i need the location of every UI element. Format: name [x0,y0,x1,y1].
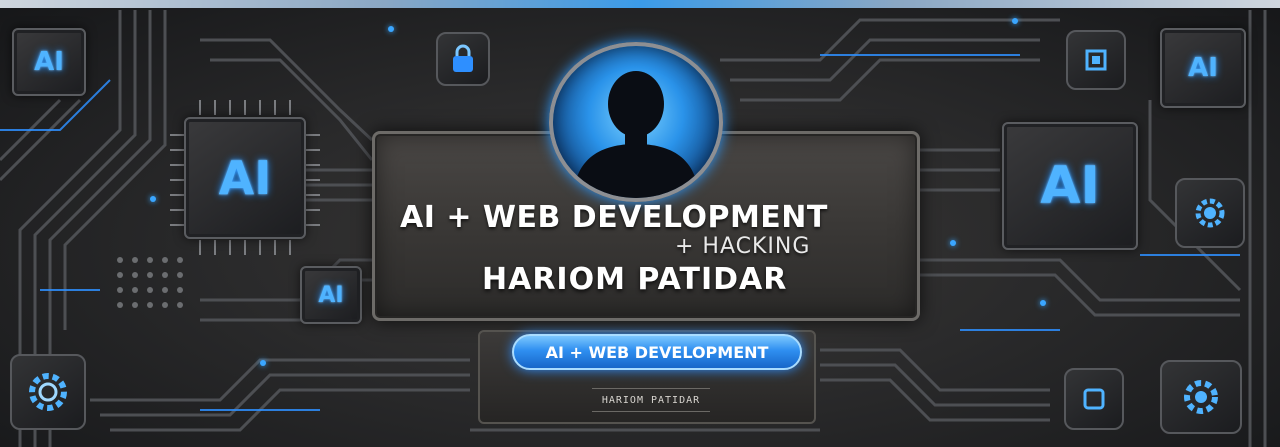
circuit-board-icon [1083,388,1105,410]
glow-dot [950,240,956,246]
ai-chip-label: AI [218,151,272,205]
gear-icon [1195,198,1225,228]
box-bottom-right [1064,368,1124,430]
ai-chip-right-main: AI [1002,122,1138,250]
ai-chip-left-small: AI [300,266,362,324]
gear-icon [1184,380,1218,414]
lock-box [436,32,490,86]
chip-box [1066,30,1126,90]
ai-chip-top-left: AI [12,28,86,96]
hero-banner: AI AI AI AI AI AI + WEB DEVELOPMENT + HA… [0,0,1280,447]
glow-dot [1012,18,1018,24]
subline: + HACKING [675,234,811,259]
gear-box-right [1175,178,1245,248]
circuit-board-icon [1085,49,1107,71]
topic-button[interactable]: AI + WEB DEVELOPMENT [512,334,802,370]
glow-dot [150,196,156,202]
avatar [549,42,723,202]
person-silhouette-icon [573,71,699,198]
gear-box-left [10,354,86,430]
ai-chip-label: AI [318,282,344,308]
ai-chip-label: AI [1040,156,1100,216]
ai-chip-left-main: AI [184,117,306,239]
author-name: HARIOM PATIDAR [482,262,788,297]
ai-chip-label: AI [1188,53,1218,83]
gear-box-bottom-right [1160,360,1242,434]
author-name-small: HARIOM PATIDAR [592,388,710,412]
glow-dot [260,360,266,366]
ai-chip-top-right: AI [1160,28,1246,108]
glow-dot [1040,300,1046,306]
glow-dot [388,26,394,32]
headline: AI + WEB DEVELOPMENT [400,200,828,235]
gear-icon [29,373,67,411]
ai-chip-label: AI [34,47,64,77]
lock-icon [453,44,473,72]
